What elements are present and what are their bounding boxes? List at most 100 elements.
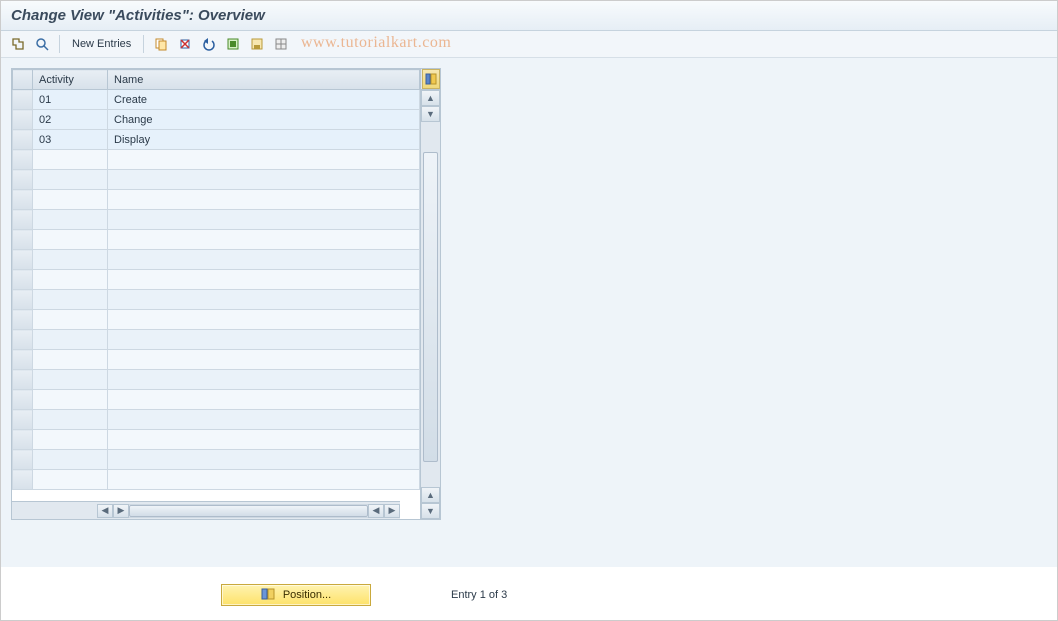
cell-name[interactable]: [108, 230, 420, 250]
table-row[interactable]: [13, 350, 420, 370]
position-button[interactable]: Position...: [221, 584, 371, 606]
row-selector[interactable]: [13, 450, 33, 470]
cell-name[interactable]: [108, 450, 420, 470]
row-selector[interactable]: [13, 350, 33, 370]
cell-activity[interactable]: [33, 190, 108, 210]
table-row[interactable]: 02Change: [13, 110, 420, 130]
cell-name[interactable]: [108, 270, 420, 290]
column-name[interactable]: Name: [108, 70, 420, 90]
cell-name[interactable]: Change: [108, 110, 420, 130]
row-selector[interactable]: [13, 310, 33, 330]
table-row[interactable]: [13, 210, 420, 230]
table-row[interactable]: [13, 270, 420, 290]
row-selector[interactable]: [13, 230, 33, 250]
table-row[interactable]: 01Create: [13, 90, 420, 110]
table-row[interactable]: [13, 370, 420, 390]
select-all-icon[interactable]: [224, 35, 242, 53]
cell-name[interactable]: [108, 210, 420, 230]
h-scroll-thumb[interactable]: [129, 505, 368, 517]
cell-activity[interactable]: [33, 350, 108, 370]
row-selector[interactable]: [13, 170, 33, 190]
cell-name[interactable]: [108, 170, 420, 190]
row-selector[interactable]: [13, 90, 33, 110]
undo-icon[interactable]: [200, 35, 218, 53]
row-selector[interactable]: [13, 210, 33, 230]
cell-name[interactable]: [108, 370, 420, 390]
table-row[interactable]: [13, 310, 420, 330]
cell-activity[interactable]: [33, 210, 108, 230]
copy-icon[interactable]: [152, 35, 170, 53]
table-row[interactable]: [13, 290, 420, 310]
scroll-down-button[interactable]: ▼: [421, 106, 440, 122]
table-row[interactable]: [13, 230, 420, 250]
scroll-down-end-button[interactable]: ▼: [421, 503, 440, 519]
cell-name[interactable]: [108, 470, 420, 490]
column-activity[interactable]: Activity: [33, 70, 108, 90]
cell-activity[interactable]: [33, 450, 108, 470]
cell-name[interactable]: [108, 290, 420, 310]
new-entries-button[interactable]: New Entries: [68, 36, 135, 52]
scroll-up-end-button[interactable]: ▲: [421, 487, 440, 503]
scroll-right-button[interactable]: ▶: [113, 504, 129, 518]
table-row[interactable]: [13, 390, 420, 410]
cell-name[interactable]: Create: [108, 90, 420, 110]
h-scroll-track[interactable]: [129, 504, 368, 518]
cell-activity[interactable]: [33, 250, 108, 270]
row-selector[interactable]: [13, 430, 33, 450]
cell-activity[interactable]: 02: [33, 110, 108, 130]
row-selector[interactable]: [13, 250, 33, 270]
cell-activity[interactable]: [33, 370, 108, 390]
cell-activity[interactable]: [33, 470, 108, 490]
row-selector[interactable]: [13, 330, 33, 350]
v-scroll-track[interactable]: [421, 152, 440, 487]
cell-activity[interactable]: 03: [33, 130, 108, 150]
table-settings-icon[interactable]: [422, 69, 440, 89]
deselect-all-icon[interactable]: [272, 35, 290, 53]
delete-icon[interactable]: [176, 35, 194, 53]
table-row[interactable]: [13, 170, 420, 190]
cell-name[interactable]: [108, 390, 420, 410]
find-icon[interactable]: [33, 35, 51, 53]
table-row[interactable]: [13, 250, 420, 270]
scroll-up-button[interactable]: ▲: [421, 90, 440, 106]
scroll-left-end-button[interactable]: ◀: [368, 504, 384, 518]
row-selector[interactable]: [13, 110, 33, 130]
cell-name[interactable]: [108, 350, 420, 370]
row-selector[interactable]: [13, 190, 33, 210]
cell-activity[interactable]: [33, 170, 108, 190]
cell-activity[interactable]: [33, 430, 108, 450]
cell-activity[interactable]: [33, 270, 108, 290]
table-row[interactable]: [13, 150, 420, 170]
table-row[interactable]: [13, 410, 420, 430]
cell-activity[interactable]: [33, 150, 108, 170]
cell-name[interactable]: [108, 330, 420, 350]
cell-name[interactable]: [108, 190, 420, 210]
row-selector[interactable]: [13, 410, 33, 430]
table-row[interactable]: [13, 430, 420, 450]
row-selector[interactable]: [13, 370, 33, 390]
row-selector[interactable]: [13, 130, 33, 150]
v-scroll-thumb[interactable]: [423, 152, 438, 462]
save-icon[interactable]: [248, 35, 266, 53]
row-selector[interactable]: [13, 270, 33, 290]
table-row[interactable]: [13, 330, 420, 350]
cell-activity[interactable]: [33, 310, 108, 330]
row-selector[interactable]: [13, 290, 33, 310]
table-row[interactable]: [13, 470, 420, 490]
cell-activity[interactable]: [33, 230, 108, 250]
cell-name[interactable]: [108, 150, 420, 170]
cell-activity[interactable]: [33, 390, 108, 410]
cell-name[interactable]: [108, 250, 420, 270]
cell-name[interactable]: [108, 310, 420, 330]
row-selector[interactable]: [13, 390, 33, 410]
cell-name[interactable]: [108, 430, 420, 450]
cell-activity[interactable]: [33, 330, 108, 350]
scroll-left-button[interactable]: ◀: [97, 504, 113, 518]
row-selector[interactable]: [13, 150, 33, 170]
cell-activity[interactable]: 01: [33, 90, 108, 110]
table-row[interactable]: [13, 190, 420, 210]
toggle-icon[interactable]: [9, 35, 27, 53]
select-all-header[interactable]: [13, 70, 33, 90]
cell-name[interactable]: [108, 410, 420, 430]
row-selector[interactable]: [13, 470, 33, 490]
